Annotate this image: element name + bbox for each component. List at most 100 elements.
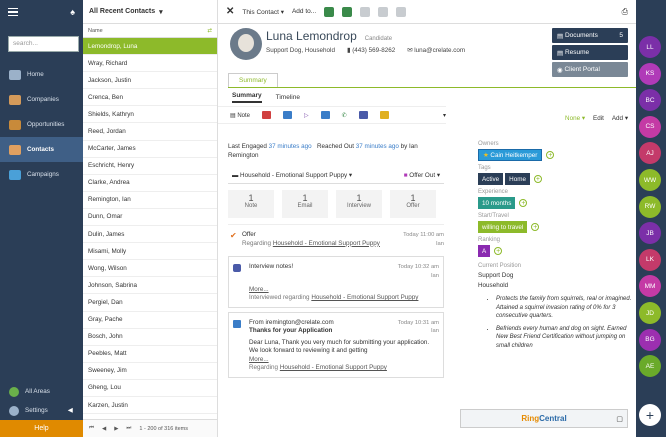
last-page-icon[interactable]: ⏭ xyxy=(126,425,131,432)
nav-settings[interactable]: Settings ◀ xyxy=(0,401,83,420)
user-avatar[interactable]: AE xyxy=(639,355,661,378)
list-item[interactable]: Sweeney, Jim xyxy=(83,363,217,380)
deal-row[interactable]: ▬ Household - Emotional Support Puppy ▾ … xyxy=(228,168,444,184)
user-avatar[interactable]: BC xyxy=(639,89,661,112)
twitter-icon[interactable] xyxy=(396,6,407,17)
more-link[interactable]: More... xyxy=(249,286,437,295)
flag-icon[interactable]: ▷ xyxy=(304,112,309,119)
nav-opportunities[interactable]: Opportunities xyxy=(0,112,83,137)
nav-home[interactable]: Home xyxy=(0,62,83,87)
tag-chip[interactable]: Active xyxy=(478,173,504,185)
search-input[interactable]: search... xyxy=(8,36,79,52)
deal-stage[interactable]: ■ Offer Out ▾ xyxy=(404,172,440,179)
refresh-icon[interactable]: ⇄ xyxy=(207,28,212,34)
avatar[interactable] xyxy=(230,28,262,60)
list-item[interactable]: Lemondrop, Luna xyxy=(83,38,217,56)
list-item[interactable]: Eschricht, Henry xyxy=(83,158,217,175)
list-item[interactable]: Dunn, Omar xyxy=(83,209,217,227)
note-count[interactable]: 1 Note xyxy=(228,190,274,218)
tab-summary[interactable]: Summary xyxy=(228,73,278,87)
print-icon[interactable]: ⎙ xyxy=(622,7,628,17)
add-experience-icon[interactable]: + xyxy=(519,199,528,207)
client-portal-button[interactable]: ◉ Client Portal xyxy=(552,62,628,77)
more-link[interactable]: More... xyxy=(249,356,437,365)
email-count[interactable]: 1 Email xyxy=(282,190,328,218)
list-header[interactable]: All Recent Contacts ▾ xyxy=(83,0,217,24)
user-avatar[interactable]: MM xyxy=(639,275,661,298)
column-header[interactable]: Name ⇄ xyxy=(83,24,217,38)
list-item[interactable]: Pergiel, Dan xyxy=(83,294,217,312)
user-avatar[interactable]: WW xyxy=(639,169,661,191)
close-icon[interactable]: ✕ xyxy=(226,6,234,17)
cup-icon[interactable] xyxy=(320,111,330,119)
phone-icon[interactable] xyxy=(342,6,353,17)
email-icon[interactable] xyxy=(324,6,335,17)
first-page-icon[interactable]: ⏮ xyxy=(89,425,94,432)
offer-count[interactable]: 1 Offer xyxy=(390,190,436,218)
user-avatar[interactable]: AJ xyxy=(639,142,661,165)
add-ranking-icon[interactable]: + xyxy=(494,247,503,255)
tab-sub-summary[interactable]: Summary xyxy=(232,92,262,103)
list-item[interactable]: Clarke, Andrea xyxy=(83,175,217,192)
add-avatar-button[interactable]: + xyxy=(639,404,661,426)
ringcentral-widget[interactable]: Ring Central ▢ xyxy=(460,409,628,428)
user-avatar[interactable]: LK xyxy=(639,248,661,271)
user-avatar[interactable]: RW xyxy=(639,195,661,218)
event-offer[interactable]: ✔ Offer Today 11:00 am Ian Regarding Hous… xyxy=(228,224,444,252)
user-avatar[interactable]: KS xyxy=(639,62,661,85)
start-chip[interactable]: willing to travel xyxy=(478,221,528,233)
more-actions-icon[interactable]: ▾ xyxy=(443,112,446,119)
add-tag-icon[interactable]: + xyxy=(533,175,542,183)
nav-campaigns[interactable]: Campaigns xyxy=(0,162,83,187)
nav-all-areas[interactable]: All Areas xyxy=(0,382,83,401)
list-item[interactable]: Wong, Wilson xyxy=(83,260,217,278)
add-start-icon[interactable]: + xyxy=(531,223,540,231)
next-page-icon[interactable]: ▶ xyxy=(114,426,118,432)
list-item[interactable]: Wray, Richard xyxy=(83,55,217,73)
list-item[interactable]: Bosch, John xyxy=(83,329,217,346)
list-item[interactable]: Jackson, Justin xyxy=(83,72,217,90)
user-avatar[interactable]: JB xyxy=(639,222,661,245)
list-item[interactable]: Remington, Ian xyxy=(83,192,217,209)
nav-companies[interactable]: Companies xyxy=(0,87,83,112)
interview-count[interactable]: 1 Interview xyxy=(336,190,382,218)
add-dropdown[interactable]: Add ▾ xyxy=(612,115,628,129)
linkedin-icon[interactable] xyxy=(378,6,389,17)
profile-name[interactable]: Luna Lemondrop xyxy=(266,29,357,43)
mail-icon[interactable] xyxy=(283,111,293,119)
list-item[interactable]: Reed, Jordan xyxy=(83,123,217,141)
list-item[interactable]: Johnson, Sabrina xyxy=(83,277,217,295)
list-item[interactable]: Dulin, James xyxy=(83,226,217,244)
user-avatar[interactable]: LL xyxy=(639,36,661,58)
help-button[interactable]: Help xyxy=(0,420,83,437)
user-avatar[interactable]: CS xyxy=(639,115,661,138)
list-item[interactable]: Crenca, Ben xyxy=(83,89,217,107)
mobile[interactable]: ▮ (443) 569-8262 xyxy=(347,47,395,54)
list-item[interactable]: Shields, Kathryn xyxy=(83,106,217,124)
event-interview[interactable]: Interview notes! Today 10:32 am Ian More.… xyxy=(228,256,444,308)
experience-chip[interactable]: 10 months xyxy=(478,197,516,209)
email[interactable]: ✉ luna@crelate.com xyxy=(407,47,465,54)
event-email[interactable]: From iremington@crelate.com Today 10:31 … xyxy=(228,311,444,378)
user-avatar[interactable]: JD xyxy=(639,302,661,324)
list-item[interactable]: Gray, Pache xyxy=(83,312,217,329)
list-item[interactable]: Gheng, Lou xyxy=(83,380,217,397)
user-avatar[interactable]: BG xyxy=(639,328,661,351)
resume-button[interactable]: ▤ Resume xyxy=(552,45,628,60)
nav-contacts[interactable]: Contacts xyxy=(0,137,83,162)
edit-button[interactable]: Edit xyxy=(593,115,604,129)
meeting-icon[interactable] xyxy=(358,111,368,119)
event-link[interactable]: Household - Emotional Support Puppy xyxy=(280,364,387,371)
collapse-icon[interactable]: ◀ xyxy=(68,407,73,414)
tag-chip[interactable]: Home xyxy=(505,173,530,185)
bell-icon[interactable]: ♠ xyxy=(70,7,75,17)
add-owner-icon[interactable]: + xyxy=(546,151,555,159)
tab-timeline[interactable]: Timeline xyxy=(276,94,300,101)
prev-page-icon[interactable]: ◀ xyxy=(102,426,106,432)
list-item[interactable]: Misami, Molly xyxy=(83,243,217,261)
facebook-icon[interactable] xyxy=(360,6,371,17)
this-contact-dropdown[interactable]: This Contact ▾ xyxy=(242,8,284,16)
interview-icon[interactable] xyxy=(379,111,389,119)
call-icon[interactable]: ✆ xyxy=(342,112,347,119)
none-dropdown[interactable]: None ▾ xyxy=(565,115,585,129)
